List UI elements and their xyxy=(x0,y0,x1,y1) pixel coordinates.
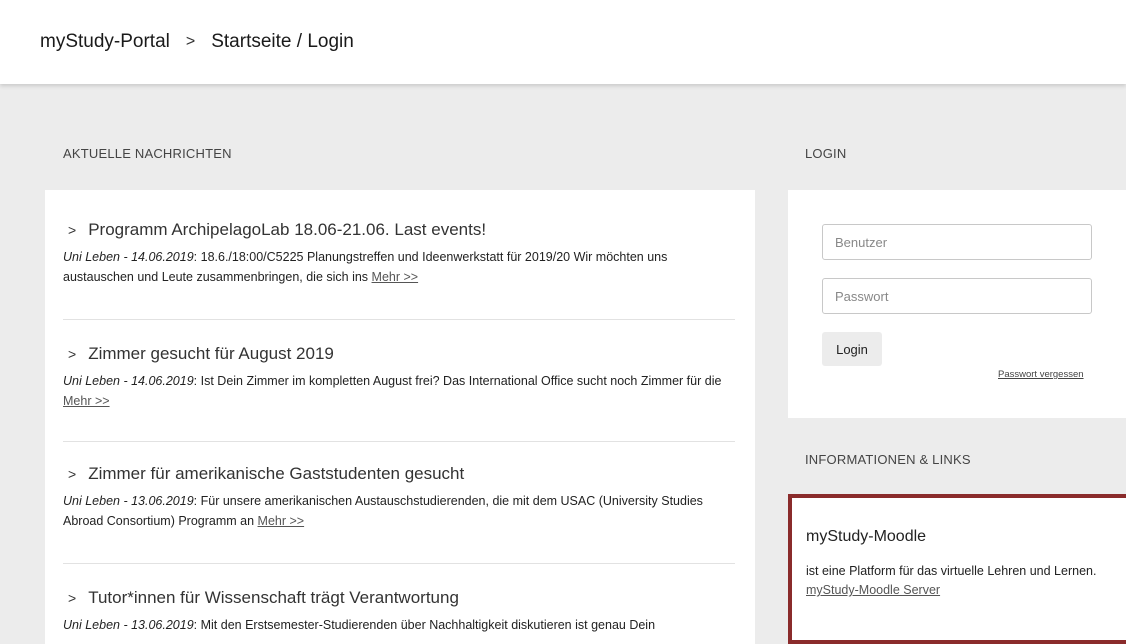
chevron-right-icon: > xyxy=(68,466,77,482)
news-item-meta: Uni Leben - 14.06.2019 xyxy=(63,250,194,264)
chevron-right-icon: > xyxy=(68,222,77,238)
news-item-title[interactable]: > Programm ArchipelagoLab 18.06-21.06. L… xyxy=(63,220,735,240)
portal-link[interactable]: myStudy-Portal xyxy=(40,31,170,53)
news-item-meta: Uni Leben - 13.06.2019 xyxy=(63,494,194,508)
breadcrumb-current-page: Startseite / Login xyxy=(211,31,354,52)
password-input[interactable] xyxy=(822,278,1092,314)
more-link[interactable]: Mehr >> xyxy=(372,270,419,284)
news-item: > Zimmer für amerikanische Gaststudenten… xyxy=(63,464,735,564)
news-section-title: AKTUELLE NACHRICHTEN xyxy=(63,146,232,161)
info-card-text: ist eine Platform für das virtuelle Lehr… xyxy=(806,562,1106,600)
moodle-server-link[interactable]: myStudy-Moodle Server xyxy=(806,581,1106,600)
more-link[interactable]: Mehr >> xyxy=(258,514,305,528)
news-item-body: Uni Leben - 14.06.2019: 18.6./18:00/C522… xyxy=(63,247,735,287)
info-section-title: INFORMATIONEN & LINKS xyxy=(805,452,971,467)
news-item-body: Uni Leben - 14.06.2019: Ist Dein Zimmer … xyxy=(63,371,735,411)
news-item-title[interactable]: > Zimmer für amerikanische Gaststudenten… xyxy=(63,464,735,484)
news-item: > Tutor*innen für Wissenschaft trägt Ver… xyxy=(63,588,735,644)
forgot-password-link[interactable]: Passwort vergessen xyxy=(998,369,1084,380)
login-section-title: LOGIN xyxy=(805,146,847,161)
username-input[interactable] xyxy=(822,224,1092,260)
info-card: myStudy-Moodle ist eine Platform für das… xyxy=(788,494,1126,644)
news-item-title-text: Zimmer für amerikanische Gaststudenten g… xyxy=(88,464,465,483)
news-item-meta: Uni Leben - 14.06.2019 xyxy=(63,374,194,388)
news-item-title[interactable]: > Zimmer gesucht für August 2019 xyxy=(63,344,735,364)
news-item-text: : Ist Dein Zimmer im kompletten August f… xyxy=(193,374,722,388)
breadcrumb-separator-icon: > xyxy=(185,33,196,50)
news-item-title[interactable]: > Tutor*innen für Wissenschaft trägt Ver… xyxy=(63,588,735,608)
login-button[interactable]: Login xyxy=(822,332,882,366)
info-card-description: ist eine Platform für das virtuelle Lehr… xyxy=(806,564,1097,578)
login-form: Login Passwort vergessen xyxy=(788,190,1126,418)
news-item-meta: Uni Leben - 13.06.2019 xyxy=(63,618,194,632)
news-item-body: Uni Leben - 13.06.2019: Für unsere ameri… xyxy=(63,491,735,531)
news-list: > Programm ArchipelagoLab 18.06-21.06. L… xyxy=(45,190,755,644)
info-card-title: myStudy-Moodle xyxy=(806,528,927,545)
news-item-title-text: Zimmer gesucht für August 2019 xyxy=(88,344,334,363)
news-item: > Programm ArchipelagoLab 18.06-21.06. L… xyxy=(63,220,735,320)
news-item-title-text: Tutor*innen für Wissenschaft trägt Veran… xyxy=(88,588,459,607)
news-item-body: Uni Leben - 13.06.2019: Mit den Erstseme… xyxy=(63,615,735,635)
news-item: > Zimmer gesucht für August 2019 Uni Leb… xyxy=(63,344,735,442)
chevron-right-icon: > xyxy=(68,346,77,362)
top-bar: myStudy-Portal > Startseite / Login xyxy=(0,0,1126,84)
news-item-text: : Mit den Erstsemester-Studierenden über… xyxy=(193,618,656,632)
news-item-title-text: Programm ArchipelagoLab 18.06-21.06. Las… xyxy=(88,220,487,239)
chevron-right-icon: > xyxy=(68,590,77,606)
more-link[interactable]: Mehr >> xyxy=(63,394,110,408)
